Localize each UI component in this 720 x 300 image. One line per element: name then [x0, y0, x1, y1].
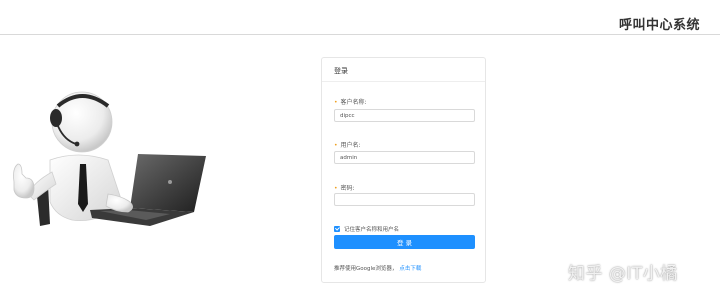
username-label: • 用户名:: [334, 140, 361, 149]
remember-label: 记住客户名称和用户名: [344, 227, 400, 233]
thumb-hand-shape: [13, 163, 35, 199]
username-input[interactable]: [334, 151, 475, 164]
login-button[interactable]: 登 录: [334, 235, 475, 249]
required-mark: •: [334, 99, 338, 106]
remember-checkbox[interactable]: [334, 226, 340, 232]
required-mark: •: [334, 185, 338, 192]
headset-earpiece: [50, 109, 62, 127]
login-page: 呼叫中心系统 登录 • 客户名称: dipcc • 用户名: admin • 密…: [0, 0, 720, 300]
remember-row[interactable]: 记住客户名称和用户名: [334, 225, 399, 233]
password-label-text: 密码:: [340, 185, 355, 192]
laptop-screen-shape: [130, 154, 206, 212]
browser-tip: 推荐使用Google浏览器， 点击下载: [334, 264, 421, 272]
required-mark: •: [334, 142, 338, 149]
browser-tip-text: 推荐使用Google浏览器，: [334, 266, 398, 272]
laptop-logo: [168, 180, 172, 184]
tenant-input[interactable]: [334, 109, 475, 122]
tenant-label-text: 客户名称:: [340, 99, 367, 106]
watermark: 知乎 @IT小橘: [568, 264, 678, 284]
app-title: 呼叫中心系统: [618, 18, 700, 33]
username-label-text: 用户名:: [340, 142, 361, 149]
top-header: 呼叫中心系统: [0, 0, 720, 35]
tenant-label: • 客户名称:: [334, 97, 367, 106]
password-input[interactable]: [334, 193, 475, 206]
customer-service-illustration: [13, 91, 206, 226]
headset-mic: [74, 141, 80, 147]
download-link[interactable]: 点击下载: [399, 266, 421, 272]
login-title: 登录: [334, 67, 348, 75]
login-panel: 登录 •客户名称: •用户名: •密码: 记住客户名称和用户名 登 录 推荐使用…: [321, 57, 486, 283]
login-panel-header: 登录: [322, 58, 485, 82]
password-label: • 密码:: [334, 183, 355, 192]
